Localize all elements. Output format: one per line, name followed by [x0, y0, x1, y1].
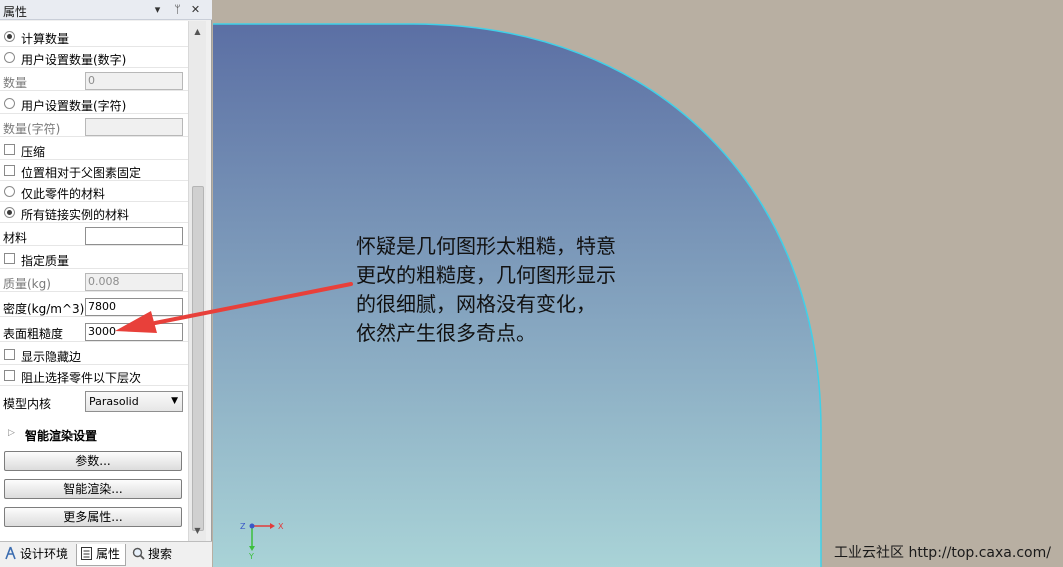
row-part-material-only[interactable]: 仅此零件的材料: [0, 181, 188, 202]
scroll-up-icon[interactable]: ▲: [191, 25, 204, 38]
row-all-linked-material[interactable]: 所有链接实例的材料: [0, 202, 188, 223]
calc-count-label: 计算数量: [21, 32, 70, 46]
compress-label: 压缩: [21, 145, 46, 159]
scrollbar-thumb[interactable]: [192, 186, 204, 531]
smart-render-button[interactable]: 智能渲染...: [4, 479, 182, 499]
model-face[interactable]: [213, 0, 1063, 567]
triad-x-label: X: [278, 522, 284, 531]
properties-icon: [80, 546, 93, 561]
density-field[interactable]: 7800: [85, 298, 183, 316]
show-hidden-edges-checkbox[interactable]: [4, 349, 15, 360]
chevron-down-icon: ▼: [171, 396, 178, 406]
row-user-count-text[interactable]: 用户设置数量(字符): [0, 93, 188, 114]
expand-triangle-icon[interactable]: ▷: [8, 428, 15, 438]
calc-count-radio[interactable]: [4, 31, 15, 42]
pin-icon[interactable]: ᛘ: [170, 2, 185, 17]
triad-y-label: Y: [248, 552, 254, 560]
show-hidden-edges-label: 显示隐藏边: [21, 350, 82, 364]
row-density: 密度(kg/m^3) 7800: [0, 296, 188, 317]
kernel-select-value: Parasolid: [89, 395, 139, 408]
density-label: 密度(kg/m^3): [3, 302, 85, 316]
3d-viewport[interactable]: 怀疑是几何图形太粗糙，特意 更改的粗糙度，几何图形显示 的很细腻，网格没有变化，…: [115, 0, 1063, 567]
mass-field[interactable]: 0.008: [85, 273, 183, 291]
search-icon: [132, 546, 145, 561]
user-count-number-radio[interactable]: [4, 52, 15, 63]
specify-mass-checkbox[interactable]: [4, 253, 15, 264]
params-button[interactable]: 参数...: [4, 451, 182, 471]
panel-tab-bar: 设计环境 属性 搜索: [0, 541, 212, 567]
count-field[interactable]: 0: [85, 72, 183, 90]
smart-render-section[interactable]: ▷ 智能渲染设置: [0, 423, 188, 447]
axis-triad-icon: Z X Y: [240, 522, 284, 560]
count-text-label: 数量(字符): [3, 122, 61, 136]
specify-mass-label: 指定质量: [21, 254, 70, 268]
roughness-label: 表面粗糙度: [3, 327, 64, 341]
user-count-text-radio[interactable]: [4, 98, 15, 109]
material-field[interactable]: [85, 227, 183, 245]
mass-label: 质量(kg): [3, 277, 51, 291]
all-linked-material-radio[interactable]: [4, 207, 15, 218]
tab-design-env-label: 设计环境: [20, 547, 69, 561]
property-list: 计算数量 用户设置数量(数字) 数量 0 用户设置数量(字符) 数量(字符) 压…: [0, 21, 188, 541]
row-fixed-to-parent[interactable]: 位置相对于父图素固定: [0, 160, 188, 181]
triad-z-label: Z: [240, 522, 246, 531]
annotation-text: 怀疑是几何图形太粗糙，特意 更改的粗糙度，几何图形显示 的很细腻，网格没有变化，…: [356, 234, 616, 345]
all-linked-material-label: 所有链接实例的材料: [21, 208, 130, 222]
properties-panel: 属性 ▾ ᛘ ✕ 计算数量 用户设置数量(数字) 数量 0 用户设置数量(字符)…: [0, 0, 212, 567]
tab-design-env[interactable]: 设计环境: [1, 544, 74, 566]
count-label: 数量: [3, 76, 28, 90]
row-count-text: 数量(字符): [0, 116, 188, 137]
panel-menu-dropdown-icon[interactable]: ▾: [150, 2, 165, 17]
row-count: 数量 0: [0, 70, 188, 91]
row-kernel: 模型内核 Parasolid ▼: [0, 389, 188, 415]
material-label: 材料: [3, 231, 28, 245]
row-mass: 质量(kg) 0.008: [0, 271, 188, 292]
user-count-number-label: 用户设置数量(数字): [21, 53, 127, 67]
row-show-hidden-edges[interactable]: 显示隐藏边: [0, 344, 188, 365]
row-user-count-number[interactable]: 用户设置数量(数字): [0, 47, 188, 68]
compress-checkbox[interactable]: [4, 144, 15, 155]
fixed-to-parent-checkbox[interactable]: [4, 165, 15, 176]
block-lower-levels-checkbox[interactable]: [4, 370, 15, 381]
more-properties-button[interactable]: 更多属性...: [4, 507, 182, 527]
kernel-select[interactable]: Parasolid ▼: [85, 391, 183, 412]
part-material-only-label: 仅此零件的材料: [21, 187, 106, 201]
count-text-field[interactable]: [85, 118, 183, 136]
row-material: 材料: [0, 225, 188, 246]
tab-search-label: 搜索: [148, 547, 173, 561]
row-calc-count[interactable]: 计算数量: [0, 26, 188, 47]
block-lower-levels-label: 阻止选择零件以下层次: [21, 371, 142, 385]
fixed-to-parent-label: 位置相对于父图素固定: [21, 166, 142, 180]
tab-search[interactable]: 搜索: [129, 544, 181, 566]
panel-header: 属性 ▾ ᛘ ✕: [0, 0, 212, 20]
design-tree-icon: [4, 546, 17, 561]
watermark-text: 工业云社区 http://top.caxa.com/: [834, 545, 1051, 561]
panel-title: 属性: [3, 5, 28, 19]
row-roughness: 表面粗糙度 3000: [0, 321, 188, 342]
tab-properties-label: 属性: [96, 547, 121, 561]
part-material-only-radio[interactable]: [4, 186, 15, 197]
close-icon[interactable]: ✕: [188, 2, 203, 17]
row-compress[interactable]: 压缩: [0, 139, 188, 160]
vertical-scrollbar[interactable]: ▲ ▼: [188, 21, 206, 541]
kernel-label: 模型内核: [3, 397, 52, 411]
row-block-lower-levels[interactable]: 阻止选择零件以下层次: [0, 365, 188, 386]
smart-render-section-label: 智能渲染设置: [25, 429, 98, 443]
scroll-down-icon[interactable]: ▼: [191, 524, 204, 537]
roughness-field[interactable]: 3000: [85, 323, 183, 341]
row-specify-mass[interactable]: 指定质量: [0, 248, 188, 269]
tab-properties[interactable]: 属性: [76, 544, 126, 566]
user-count-text-label: 用户设置数量(字符): [21, 99, 127, 113]
